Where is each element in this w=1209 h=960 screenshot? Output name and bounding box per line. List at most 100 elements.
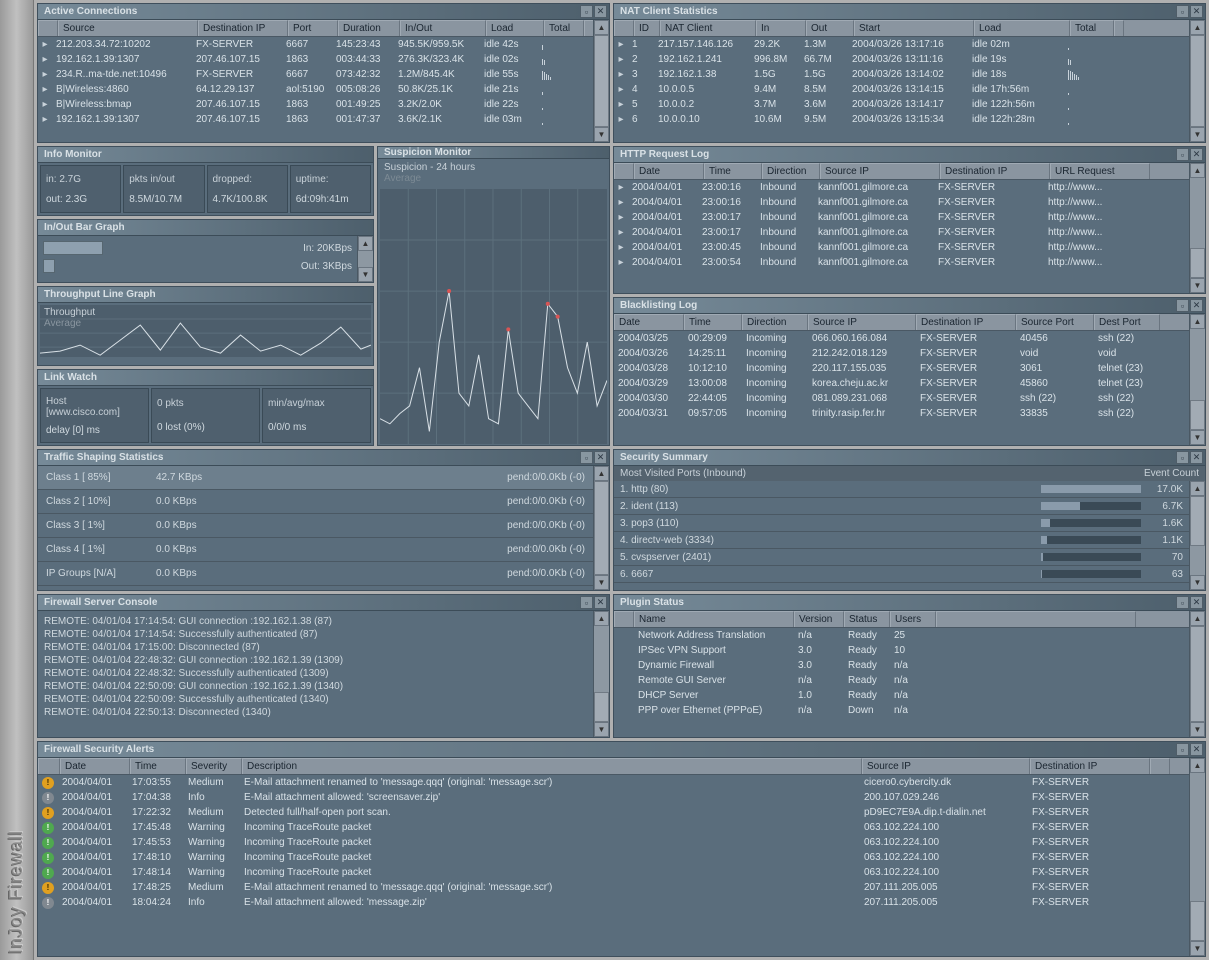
column-header[interactable]: Time: [684, 314, 742, 330]
expand-arrow-icon[interactable]: ▸: [614, 113, 628, 127]
expand-arrow-icon[interactable]: ▸: [38, 68, 52, 82]
alert-row[interactable]: ! 2004/04/0117:48:25 MediumE-Mail attach…: [38, 880, 1189, 895]
column-header[interactable]: Source Port: [1016, 314, 1094, 330]
alert-row[interactable]: ! 2004/04/0117:48:14 WarningIncoming Tra…: [38, 865, 1189, 880]
expand-arrow-icon[interactable]: ▸: [614, 53, 628, 67]
table-row[interactable]: ▸ B|Wireless:486064.12.29.137 aol:519000…: [38, 82, 593, 97]
table-row[interactable]: ▸ 2004/04/0123:00:17 Inboundkannf001.gil…: [614, 225, 1189, 240]
table-row[interactable]: ▸ 2192.162.1.241 996.8M66.7M 2004/03/26 …: [614, 52, 1189, 67]
table-row[interactable]: 2004/03/2500:29:09 Incoming066.060.166.0…: [614, 331, 1189, 346]
traffic-class-row[interactable]: Class 4 [ 1%]0.0 KBpspend:0/0.0Kb (-0): [38, 538, 593, 562]
column-header[interactable]: NAT Client: [660, 20, 756, 36]
column-header[interactable]: Source: [58, 20, 198, 36]
column-header[interactable]: Source IP: [820, 163, 940, 179]
maximize-icon[interactable]: ▫: [580, 596, 593, 609]
scrollbar[interactable]: ▲▼: [1189, 20, 1205, 142]
port-row[interactable]: 1. http (80) 17.0K: [614, 481, 1189, 498]
plugin-row[interactable]: Remote GUI Servern/a Readyn/a: [614, 673, 1189, 688]
traffic-class-row[interactable]: Class 1 [ 85%]42.7 KBpspend:0/0.0Kb (-0): [38, 466, 593, 490]
expand-arrow-icon[interactable]: ▸: [38, 53, 52, 67]
column-header[interactable]: Date: [614, 314, 684, 330]
column-header[interactable]: Name: [634, 611, 794, 627]
column-header[interactable]: [1150, 758, 1170, 774]
port-row[interactable]: 4. directv-web (3334) 1.1K: [614, 532, 1189, 549]
table-row[interactable]: ▸ 1217.157.146.126 29.2K1.3M 2004/03/26 …: [614, 37, 1189, 52]
scrollbar[interactable]: ▲▼: [357, 236, 373, 282]
expand-arrow-icon[interactable]: ▸: [38, 83, 52, 97]
expand-arrow-icon[interactable]: ▸: [38, 113, 52, 127]
alert-row[interactable]: ! 2004/04/0117:22:32 MediumDetected full…: [38, 805, 1189, 820]
maximize-icon[interactable]: ▫: [1176, 451, 1189, 464]
maximize-icon[interactable]: ▫: [580, 451, 593, 464]
column-header[interactable]: [936, 611, 1136, 627]
scrollbar[interactable]: ▲▼: [1189, 758, 1205, 956]
column-header[interactable]: Destination IP: [198, 20, 288, 36]
expand-arrow-icon[interactable]: ▸: [614, 256, 628, 270]
alert-row[interactable]: ! 2004/04/0117:04:38 InfoE-Mail attachme…: [38, 790, 1189, 805]
expand-arrow-icon[interactable]: ▸: [614, 68, 628, 82]
traffic-class-row[interactable]: IP Groups [N/A]0.0 KBpspend:0/0.0Kb (-0): [38, 562, 593, 586]
close-icon[interactable]: ✕: [1190, 148, 1203, 161]
table-row[interactable]: ▸ 2004/04/0123:00:16 Inboundkannf001.gil…: [614, 180, 1189, 195]
expand-arrow-icon[interactable]: ▸: [38, 98, 52, 112]
column-header[interactable]: Source IP: [808, 314, 916, 330]
table-row[interactable]: 2004/03/2913:00:08 Incomingkorea.cheju.a…: [614, 376, 1189, 391]
column-header[interactable]: [38, 758, 60, 774]
table-row[interactable]: 2004/03/2614:25:11 Incoming212.242.018.1…: [614, 346, 1189, 361]
column-header[interactable]: [38, 20, 58, 36]
column-header[interactable]: [1114, 20, 1124, 36]
column-header[interactable]: Total: [1070, 20, 1114, 36]
close-icon[interactable]: ✕: [1190, 5, 1203, 18]
traffic-class-row[interactable]: Class 3 [ 1%]0.0 KBpspend:0/0.0Kb (-0): [38, 514, 593, 538]
expand-arrow-icon[interactable]: ▸: [614, 181, 628, 195]
table-row[interactable]: 2004/03/2810:12:10 Incoming220.117.155.0…: [614, 361, 1189, 376]
table-row[interactable]: ▸ B|Wireless:bmap207.46.107.15 1863001:4…: [38, 97, 593, 112]
expand-arrow-icon[interactable]: ▸: [614, 38, 628, 52]
close-icon[interactable]: ✕: [594, 5, 607, 18]
alert-row[interactable]: ! 2004/04/0117:45:48 WarningIncoming Tra…: [38, 820, 1189, 835]
column-header[interactable]: Duration: [338, 20, 400, 36]
close-icon[interactable]: ✕: [594, 596, 607, 609]
column-header[interactable]: Version: [794, 611, 844, 627]
column-header[interactable]: URL Request: [1050, 163, 1150, 179]
plugin-row[interactable]: Dynamic Firewall3.0 Readyn/a: [614, 658, 1189, 673]
column-header[interactable]: Source IP: [862, 758, 1030, 774]
column-header[interactable]: [584, 20, 593, 36]
column-header[interactable]: Load: [486, 20, 544, 36]
expand-arrow-icon[interactable]: ▸: [614, 83, 628, 97]
expand-arrow-icon[interactable]: ▸: [614, 226, 628, 240]
column-header[interactable]: Start: [854, 20, 974, 36]
alert-row[interactable]: ! 2004/04/0117:03:55 MediumE-Mail attach…: [38, 775, 1189, 790]
table-row[interactable]: ▸ 510.0.0.2 3.7M3.6M 2004/03/26 13:14:17…: [614, 97, 1189, 112]
table-row[interactable]: ▸ 234.R..ma-tde.net:10496FX-SERVER 66670…: [38, 67, 593, 82]
scrollbar[interactable]: ▲▼: [1189, 481, 1205, 590]
table-row[interactable]: 2004/03/3022:44:05 Incoming081.089.231.0…: [614, 391, 1189, 406]
close-icon[interactable]: ✕: [1190, 299, 1203, 312]
column-header[interactable]: Date: [60, 758, 130, 774]
column-header[interactable]: Date: [634, 163, 704, 179]
maximize-icon[interactable]: ▫: [1176, 596, 1189, 609]
traffic-class-row[interactable]: Class 2 [ 10%]0.0 KBpspend:0/0.0Kb (-0): [38, 490, 593, 514]
plugin-row[interactable]: DHCP Server1.0 Readyn/a: [614, 688, 1189, 703]
maximize-icon[interactable]: ▫: [1176, 743, 1189, 756]
column-header[interactable]: Time: [704, 163, 762, 179]
scrollbar[interactable]: ▲▼: [1189, 163, 1205, 293]
expand-arrow-icon[interactable]: ▸: [38, 38, 52, 52]
scrollbar[interactable]: ▲▼: [593, 20, 609, 142]
close-icon[interactable]: ✕: [594, 451, 607, 464]
column-header[interactable]: Direction: [762, 163, 820, 179]
column-header[interactable]: Destination IP: [916, 314, 1016, 330]
port-row[interactable]: 3. pop3 (110) 1.6K: [614, 515, 1189, 532]
expand-arrow-icon[interactable]: ▸: [614, 98, 628, 112]
maximize-icon[interactable]: ▫: [1176, 299, 1189, 312]
expand-arrow-icon[interactable]: ▸: [614, 211, 628, 225]
scrollbar[interactable]: ▲▼: [593, 611, 609, 737]
expand-arrow-icon[interactable]: ▸: [614, 241, 628, 255]
column-header[interactable]: Time: [130, 758, 186, 774]
port-row[interactable]: 2. ident (113) 6.7K: [614, 498, 1189, 515]
close-icon[interactable]: ✕: [1190, 596, 1203, 609]
port-row[interactable]: 6. 6667 63: [614, 566, 1189, 583]
table-row[interactable]: ▸ 2004/04/0123:00:54 Inboundkannf001.gil…: [614, 255, 1189, 270]
column-header[interactable]: In: [756, 20, 806, 36]
column-header[interactable]: Dest Port: [1094, 314, 1160, 330]
